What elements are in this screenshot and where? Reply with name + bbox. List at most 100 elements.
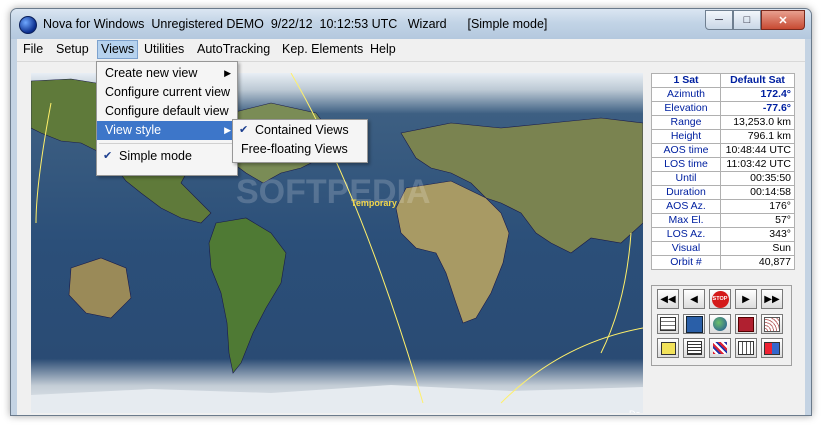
menu-configure-default-view[interactable]: Configure default view bbox=[97, 102, 237, 121]
row-value: 13,253.0 km bbox=[720, 115, 795, 130]
map-grid-icon[interactable] bbox=[709, 338, 731, 358]
row-label: LOS Az. bbox=[651, 227, 721, 242]
info-row: LOS time 11:03:42 UTC bbox=[651, 157, 795, 172]
menu-file[interactable]: File bbox=[20, 42, 46, 56]
row-label: Elevation bbox=[651, 101, 721, 116]
row-value: 796.1 km bbox=[720, 129, 795, 144]
menu-simple-mode[interactable]: ✔ Simple mode bbox=[97, 147, 237, 166]
views-menu: Create new view ▶ Configure current view … bbox=[96, 61, 238, 176]
step-forward-icon[interactable]: ▶ bbox=[735, 289, 757, 309]
row-label: Visual bbox=[651, 241, 721, 256]
window-title: Nova for Windows Unregistered DEMO 9/22/… bbox=[43, 17, 548, 31]
row-label: Height bbox=[651, 129, 721, 144]
stop-icon[interactable]: STOP bbox=[709, 289, 731, 309]
row-value: 00:14:58 bbox=[720, 185, 795, 200]
row-label: Range bbox=[651, 115, 721, 130]
radar-icon[interactable] bbox=[761, 314, 783, 334]
simple-mode-label: Simple mode bbox=[119, 149, 192, 163]
table-icon[interactable] bbox=[657, 314, 679, 334]
row-label: Duration bbox=[651, 185, 721, 200]
submenu-arrow-icon: ▶ bbox=[224, 125, 231, 135]
schedule-icon[interactable] bbox=[735, 338, 757, 358]
row-label: AOS time bbox=[651, 143, 721, 158]
row-value: 00:35:50 bbox=[720, 171, 795, 186]
step-back-icon[interactable]: ◀ bbox=[683, 289, 705, 309]
checkmark-icon: ✔ bbox=[239, 124, 249, 136]
info-row: Height 796.1 km bbox=[651, 129, 795, 144]
configure-default-view-label: Configure default view bbox=[105, 104, 229, 118]
view-style-submenu: ✔ Contained Views Free-floating Views bbox=[232, 119, 368, 163]
australia-shape bbox=[68, 257, 132, 319]
menu-help[interactable]: Help bbox=[367, 42, 399, 56]
info-row: AOS time 10:48:44 UTC bbox=[651, 143, 795, 158]
menu-kep-elements[interactable]: Kep. Elements bbox=[279, 42, 366, 56]
south-america-shape bbox=[208, 217, 287, 374]
title-bar[interactable]: Nova for Windows Unregistered DEMO 9/22/… bbox=[11, 9, 811, 39]
info-row: LOS Az. 343° bbox=[651, 227, 795, 242]
row-value: Sun bbox=[720, 241, 795, 256]
menu-views[interactable]: Views bbox=[97, 40, 139, 59]
configure-current-view-label: Configure current view bbox=[105, 85, 231, 99]
info-row: Duration 00:14:58 bbox=[651, 185, 795, 200]
info-row: Azimuth 172.4° bbox=[651, 87, 795, 102]
sat-count-header[interactable]: 1 Sat bbox=[651, 73, 721, 88]
skip-back-icon[interactable]: ◀◀ bbox=[657, 289, 679, 309]
minimize-icon[interactable]: ─ bbox=[705, 10, 733, 30]
app-globe-icon[interactable] bbox=[19, 16, 37, 34]
row-value: 172.4° bbox=[720, 87, 795, 102]
row-label: Azimuth bbox=[651, 87, 721, 102]
info-row: Visual Sun bbox=[651, 241, 795, 256]
sat-name-header[interactable]: Default Sat bbox=[720, 73, 795, 88]
window-controls: ─ □ ✕ bbox=[705, 10, 805, 30]
menu-autotracking[interactable]: AutoTracking bbox=[194, 42, 273, 56]
row-value: -77.6° bbox=[720, 101, 795, 116]
info-row: Until 00:35:50 bbox=[651, 171, 795, 186]
window-icon[interactable] bbox=[657, 338, 679, 358]
skip-forward-icon[interactable]: ▶▶ bbox=[761, 289, 783, 309]
orbit-track-4 bbox=[600, 232, 632, 354]
list-icon[interactable] bbox=[683, 338, 705, 358]
watermark-text: SOFTPEDIA bbox=[236, 173, 431, 211]
info-row: Max El. 57° bbox=[651, 213, 795, 228]
info-row: Range 13,253.0 km bbox=[651, 115, 795, 130]
checkmark-icon: ✔ bbox=[103, 150, 113, 162]
row-value: 343° bbox=[720, 227, 795, 242]
row-value: 176° bbox=[720, 199, 795, 214]
satellite-info-table: 1 Sat Default Sat Azimuth 172.4° Elevatio… bbox=[651, 73, 795, 270]
free-floating-views-label: Free-floating Views bbox=[241, 142, 348, 156]
row-label: Orbit # bbox=[651, 255, 721, 270]
row-value: 40,877 bbox=[720, 255, 795, 270]
menu-create-new-view[interactable]: Create new view ▶ bbox=[97, 64, 237, 83]
toolbar-panel: ◀◀ ◀ STOP ▶ ▶▶ bbox=[651, 285, 792, 366]
display-icon[interactable] bbox=[761, 338, 783, 358]
close-icon[interactable]: ✕ bbox=[761, 10, 805, 30]
menu-configure-current-view[interactable]: Configure current view bbox=[97, 83, 237, 102]
earth-icon[interactable] bbox=[709, 314, 731, 334]
corner-label: De bbox=[629, 409, 641, 413]
menu-contained-views[interactable]: ✔ Contained Views bbox=[233, 121, 367, 140]
row-label: LOS time bbox=[651, 157, 721, 172]
row-label: AOS Az. bbox=[651, 199, 721, 214]
row-label: Until bbox=[651, 171, 721, 186]
antarctica-shape bbox=[31, 385, 643, 413]
create-new-view-label: Create new view bbox=[105, 66, 198, 80]
satellite-label: Temporary bbox=[351, 198, 397, 208]
menu-view-style[interactable]: View style ▶ bbox=[97, 121, 237, 140]
row-value: 11:03:42 UTC bbox=[720, 157, 795, 172]
menu-separator bbox=[99, 143, 235, 144]
view-style-label: View style bbox=[105, 123, 162, 137]
row-value: 10:48:44 UTC bbox=[720, 143, 795, 158]
map-icon[interactable] bbox=[735, 314, 757, 334]
row-label: Max El. bbox=[651, 213, 721, 228]
control-panel: 1 Sat Default Sat Azimuth 172.4° Elevatio… bbox=[651, 73, 799, 366]
info-row: Orbit #40,877 bbox=[651, 255, 795, 270]
menu-setup[interactable]: Setup bbox=[53, 42, 92, 56]
menu-free-floating-views[interactable]: Free-floating Views bbox=[233, 140, 367, 159]
info-row: Elevation -77.6° bbox=[651, 101, 795, 116]
menu-bar: File Setup Views Utilities AutoTracking … bbox=[17, 39, 805, 62]
maximize-icon[interactable]: □ bbox=[733, 10, 761, 30]
contained-views-label: Contained Views bbox=[255, 123, 349, 137]
submenu-arrow-icon: ▶ bbox=[224, 68, 231, 78]
globe-icon[interactable] bbox=[683, 314, 705, 334]
menu-utilities[interactable]: Utilities bbox=[141, 42, 187, 56]
